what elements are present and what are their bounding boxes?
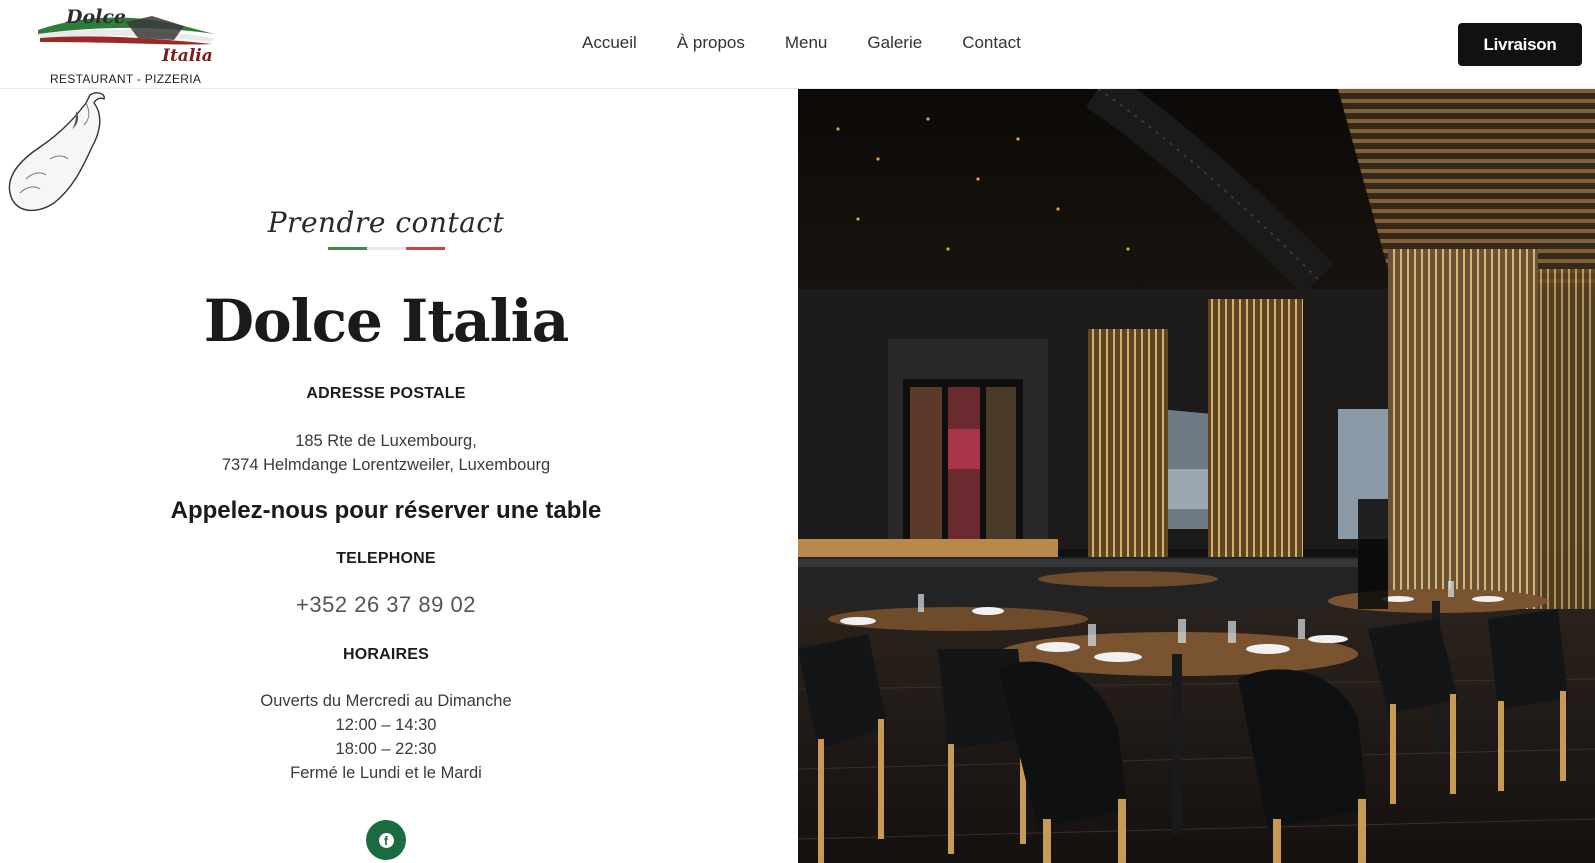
restaurant-title: Dolce Italia (203, 287, 570, 355)
logo-word-italia: Italia (162, 46, 213, 66)
eggplant-illustration (8, 92, 105, 212)
hours-line: 18:00 – 22:30 (335, 740, 437, 758)
site-header: Dolce Italia RESTAURANT - PIZZERIA Accue… (0, 0, 1595, 89)
logo-tagline: RESTAURANT - PIZZERIA (50, 72, 202, 86)
logo-word-dolce: Dolce (66, 6, 127, 28)
nav-link-accueil[interactable]: Accueil (582, 33, 637, 53)
restaurant-interior-photo (798, 89, 1595, 863)
hours-line: Ouverts du Mercredi au Dimanche (260, 692, 512, 710)
contact-section: Prendre contact Dolce Italia ADRESSE POS… (0, 89, 798, 863)
site-logo[interactable]: Dolce Italia RESTAURANT - PIZZERIA (34, 4, 224, 88)
hours-line: 12:00 – 14:30 (335, 716, 437, 734)
main-nav: Accueil À propos Menu Galerie Contact (582, 33, 1021, 53)
address-line-2: 7374 Helmdange Lorentzweiler, Luxembourg (221, 456, 551, 474)
facebook-icon: f (378, 832, 394, 848)
nav-link-menu[interactable]: Menu (785, 33, 828, 53)
hours-line: Fermé le Lundi et le Mardi (290, 764, 482, 782)
facebook-button[interactable]: f (366, 820, 406, 860)
phone-label: TELEPHONE (336, 550, 436, 567)
reserve-heading: Appelez-nous pour réserver une table (170, 497, 602, 524)
hours-label: HORAIRES (342, 646, 430, 663)
address-label: ADRESSE POSTALE (306, 385, 466, 402)
contact-kicker: Prendre contact (267, 206, 505, 239)
phone-number[interactable]: +352 26 37 89 02 (0, 592, 772, 618)
nav-link-galerie[interactable]: Galerie (867, 33, 922, 53)
livraison-button[interactable]: Livraison (1458, 23, 1582, 66)
address-line-1: 185 Rte de Luxembourg, (295, 432, 477, 450)
nav-link-a-propos[interactable]: À propos (677, 33, 745, 53)
flag-divider (328, 247, 445, 250)
nav-link-contact[interactable]: Contact (962, 33, 1021, 53)
